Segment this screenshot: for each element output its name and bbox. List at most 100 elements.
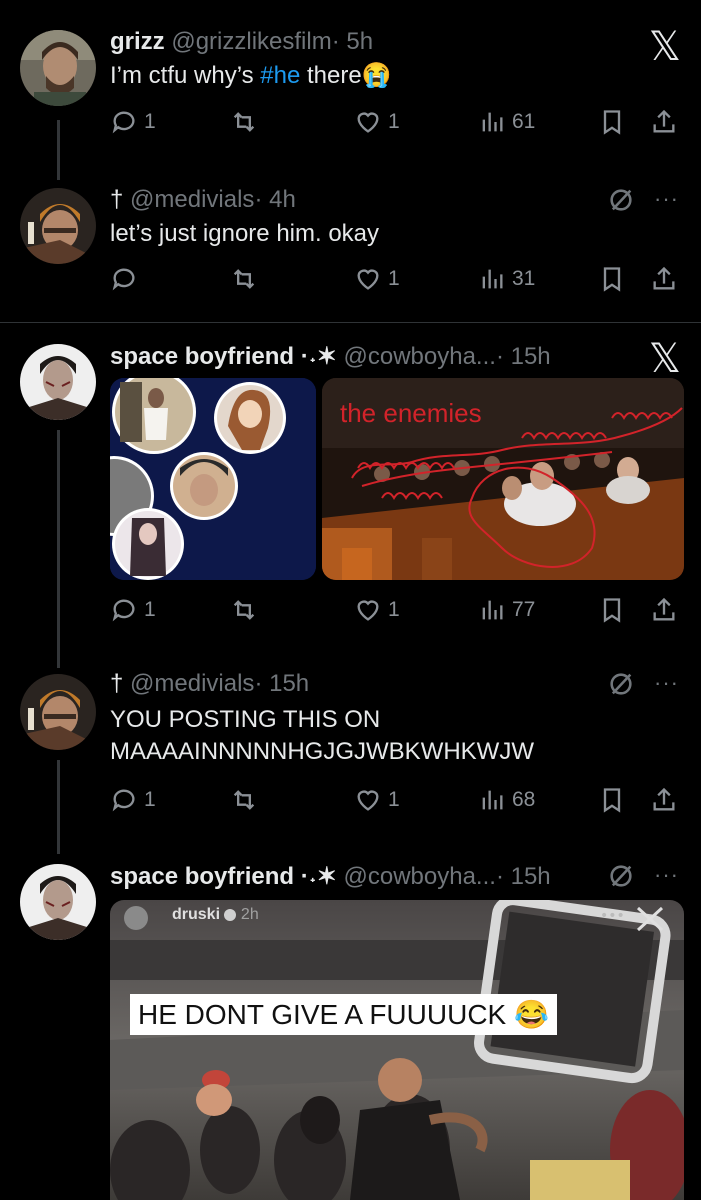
reply-icon <box>112 599 135 622</box>
like-count: 1 <box>388 267 400 290</box>
like-count: 1 <box>388 788 400 811</box>
user-handle[interactable]: @medivials <box>130 186 254 213</box>
tweet-text-line: YOU POSTING THIS ON <box>110 706 381 733</box>
reply-button[interactable] <box>110 265 144 293</box>
action-bar: 1 1 61 <box>110 108 690 140</box>
bookmark-button[interactable] <box>598 265 626 293</box>
views-button[interactable]: 68 <box>478 786 535 814</box>
views-count: 77 <box>512 598 536 621</box>
like-button[interactable]: 1 <box>354 108 400 136</box>
heart-icon <box>357 112 379 133</box>
more-options-icon[interactable]: ··· <box>654 862 679 888</box>
views-button[interactable]: 77 <box>478 596 535 624</box>
timestamp[interactable]: · 15h <box>496 863 551 890</box>
timestamp[interactable]: · 4h <box>254 186 295 213</box>
reply-button[interactable]: 1 <box>110 596 156 624</box>
grok-icon[interactable] <box>607 670 635 698</box>
timestamp[interactable]: · 5h <box>332 28 373 55</box>
repost-button[interactable] <box>230 108 258 136</box>
share-button[interactable] <box>650 265 678 293</box>
tweet-header: † @medivials· 15h <box>110 670 309 698</box>
tweet-text-part: there <box>300 62 362 89</box>
video-timestamp: 2h <box>240 906 259 923</box>
share-button[interactable] <box>650 786 678 814</box>
avatar[interactable] <box>20 188 96 264</box>
like-count: 1 <box>388 598 400 621</box>
more-options-icon[interactable]: ··· <box>654 186 679 212</box>
thread-line <box>57 760 60 854</box>
tweet-text: YOU POSTING THIS ON MAAAAINNNNNHGJGJWBKW… <box>110 704 534 768</box>
reply-count: 1 <box>144 598 156 621</box>
timestamp[interactable]: · 15h <box>496 343 551 370</box>
avatar[interactable] <box>20 674 96 750</box>
user-handle[interactable]: @cowboyha... <box>344 863 496 890</box>
views-count: 61 <box>512 110 536 133</box>
heart-icon <box>357 269 379 290</box>
x-logo-icon[interactable]: 𝕏 <box>649 24 681 70</box>
media-image-theater[interactable]: the enemies <box>322 378 684 580</box>
user-handle[interactable]: @grizzlikesfilm <box>171 28 331 55</box>
laughing-emoji: 😂 <box>514 999 549 1030</box>
tweet-header: grizz @grizzlikesfilm· 5h <box>110 28 373 56</box>
timestamp[interactable]: · 15h <box>254 670 309 697</box>
avatar[interactable] <box>20 864 96 940</box>
media-video[interactable]: ••• druski 2h HE DONT GIVE A FUUUUCK 😂 <box>110 900 684 1200</box>
reply-count: 1 <box>144 110 156 133</box>
display-name[interactable]: space boyfriend ·˖✶ <box>110 343 337 370</box>
bookmark-icon <box>603 110 621 135</box>
like-button[interactable]: 1 <box>354 786 400 814</box>
like-button[interactable]: 1 <box>354 265 400 293</box>
display-name[interactable]: grizz <box>110 28 165 55</box>
hashtag-link[interactable]: #he <box>260 62 300 89</box>
share-button[interactable] <box>650 596 678 624</box>
user-handle[interactable]: @cowboyha... <box>344 343 496 370</box>
display-name[interactable]: † <box>110 670 123 697</box>
heart-icon <box>357 790 379 811</box>
like-button[interactable]: 1 <box>354 596 400 624</box>
action-bar: 1 31 <box>110 265 690 297</box>
repost-button[interactable] <box>230 786 258 814</box>
user-handle[interactable]: @medivials <box>130 670 254 697</box>
reply-icon <box>112 268 135 291</box>
reply-button[interactable]: 1 <box>110 108 156 136</box>
bookmark-icon <box>603 598 621 623</box>
repost-button[interactable] <box>230 596 258 624</box>
bookmark-button[interactable] <box>598 108 626 136</box>
views-icon <box>482 790 503 810</box>
bookmark-icon <box>603 267 621 292</box>
media-image-collage[interactable] <box>110 378 316 580</box>
video-username: druski <box>172 906 221 923</box>
grok-icon[interactable] <box>607 862 635 890</box>
repost-icon <box>233 790 255 810</box>
views-button[interactable]: 31 <box>478 265 535 293</box>
thread-line <box>57 430 60 668</box>
repost-button[interactable] <box>230 265 258 293</box>
more-options-icon[interactable]: ··· <box>654 670 679 696</box>
bookmark-button[interactable] <box>598 786 626 814</box>
reply-count: 1 <box>144 788 156 811</box>
views-icon <box>482 269 503 289</box>
bookmark-icon <box>603 788 621 813</box>
views-button[interactable]: 61 <box>478 108 535 136</box>
tweet-header: † @medivials· 4h <box>110 186 296 214</box>
display-name[interactable]: space boyfriend ·˖✶ <box>110 863 337 890</box>
reply-icon <box>112 789 135 812</box>
views-icon <box>482 600 503 620</box>
grok-icon[interactable] <box>607 186 635 214</box>
x-logo-icon[interactable]: 𝕏 <box>649 336 681 382</box>
views-count: 68 <box>512 788 536 811</box>
share-button[interactable] <box>650 108 678 136</box>
display-name[interactable]: † <box>110 186 123 213</box>
avatar[interactable] <box>20 30 96 106</box>
thread-line <box>57 120 60 180</box>
tweet-divider <box>0 322 701 323</box>
bookmark-button[interactable] <box>598 596 626 624</box>
avatar[interactable] <box>20 344 96 420</box>
tweet-text-line: MAAAAINNNNNHGJGJWBKWHKWJW <box>110 738 534 765</box>
reply-button[interactable]: 1 <box>110 786 156 814</box>
views-count: 31 <box>512 267 536 290</box>
tweet-header: space boyfriend ·˖✶ @cowboyha...· 15h <box>110 862 551 891</box>
repost-icon <box>233 600 255 620</box>
tweet-text: I’m ctfu why’s #he there😭 <box>110 60 392 92</box>
media-caption: the enemies <box>340 398 482 428</box>
